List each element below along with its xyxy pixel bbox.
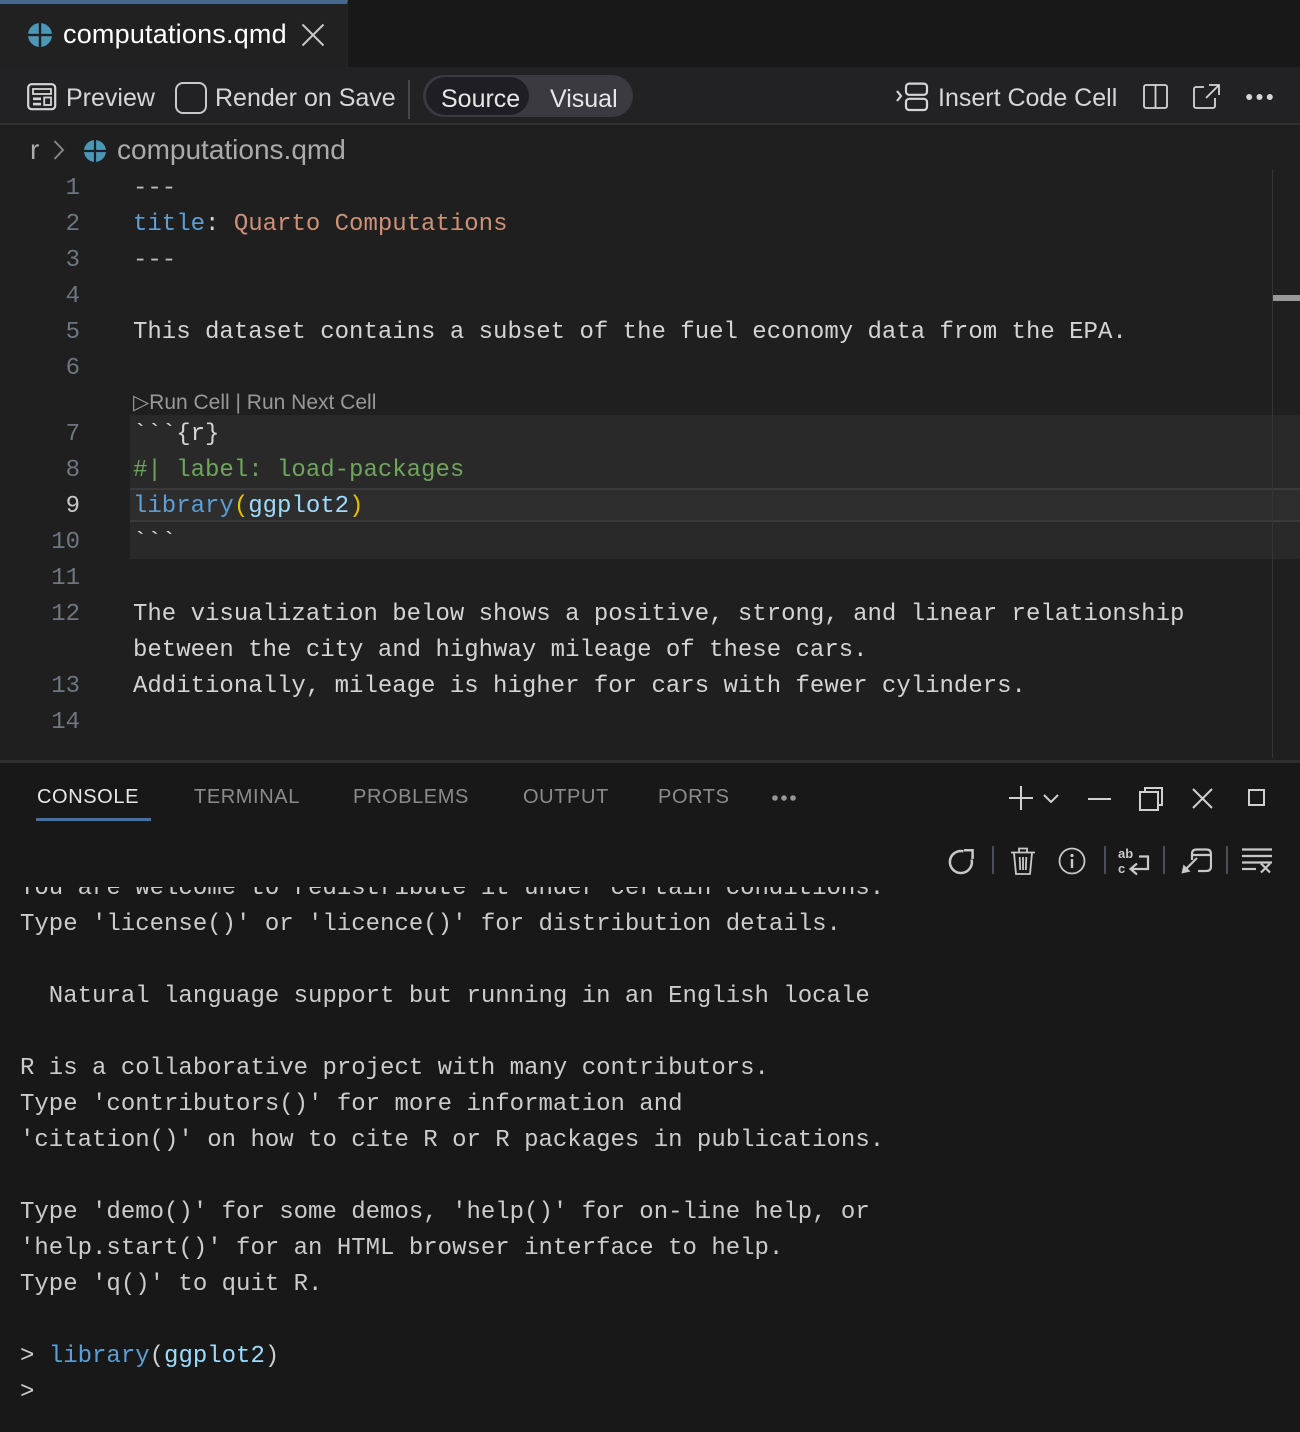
svg-text:c: c [1118,861,1125,876]
svg-text:ab: ab [1118,846,1133,861]
